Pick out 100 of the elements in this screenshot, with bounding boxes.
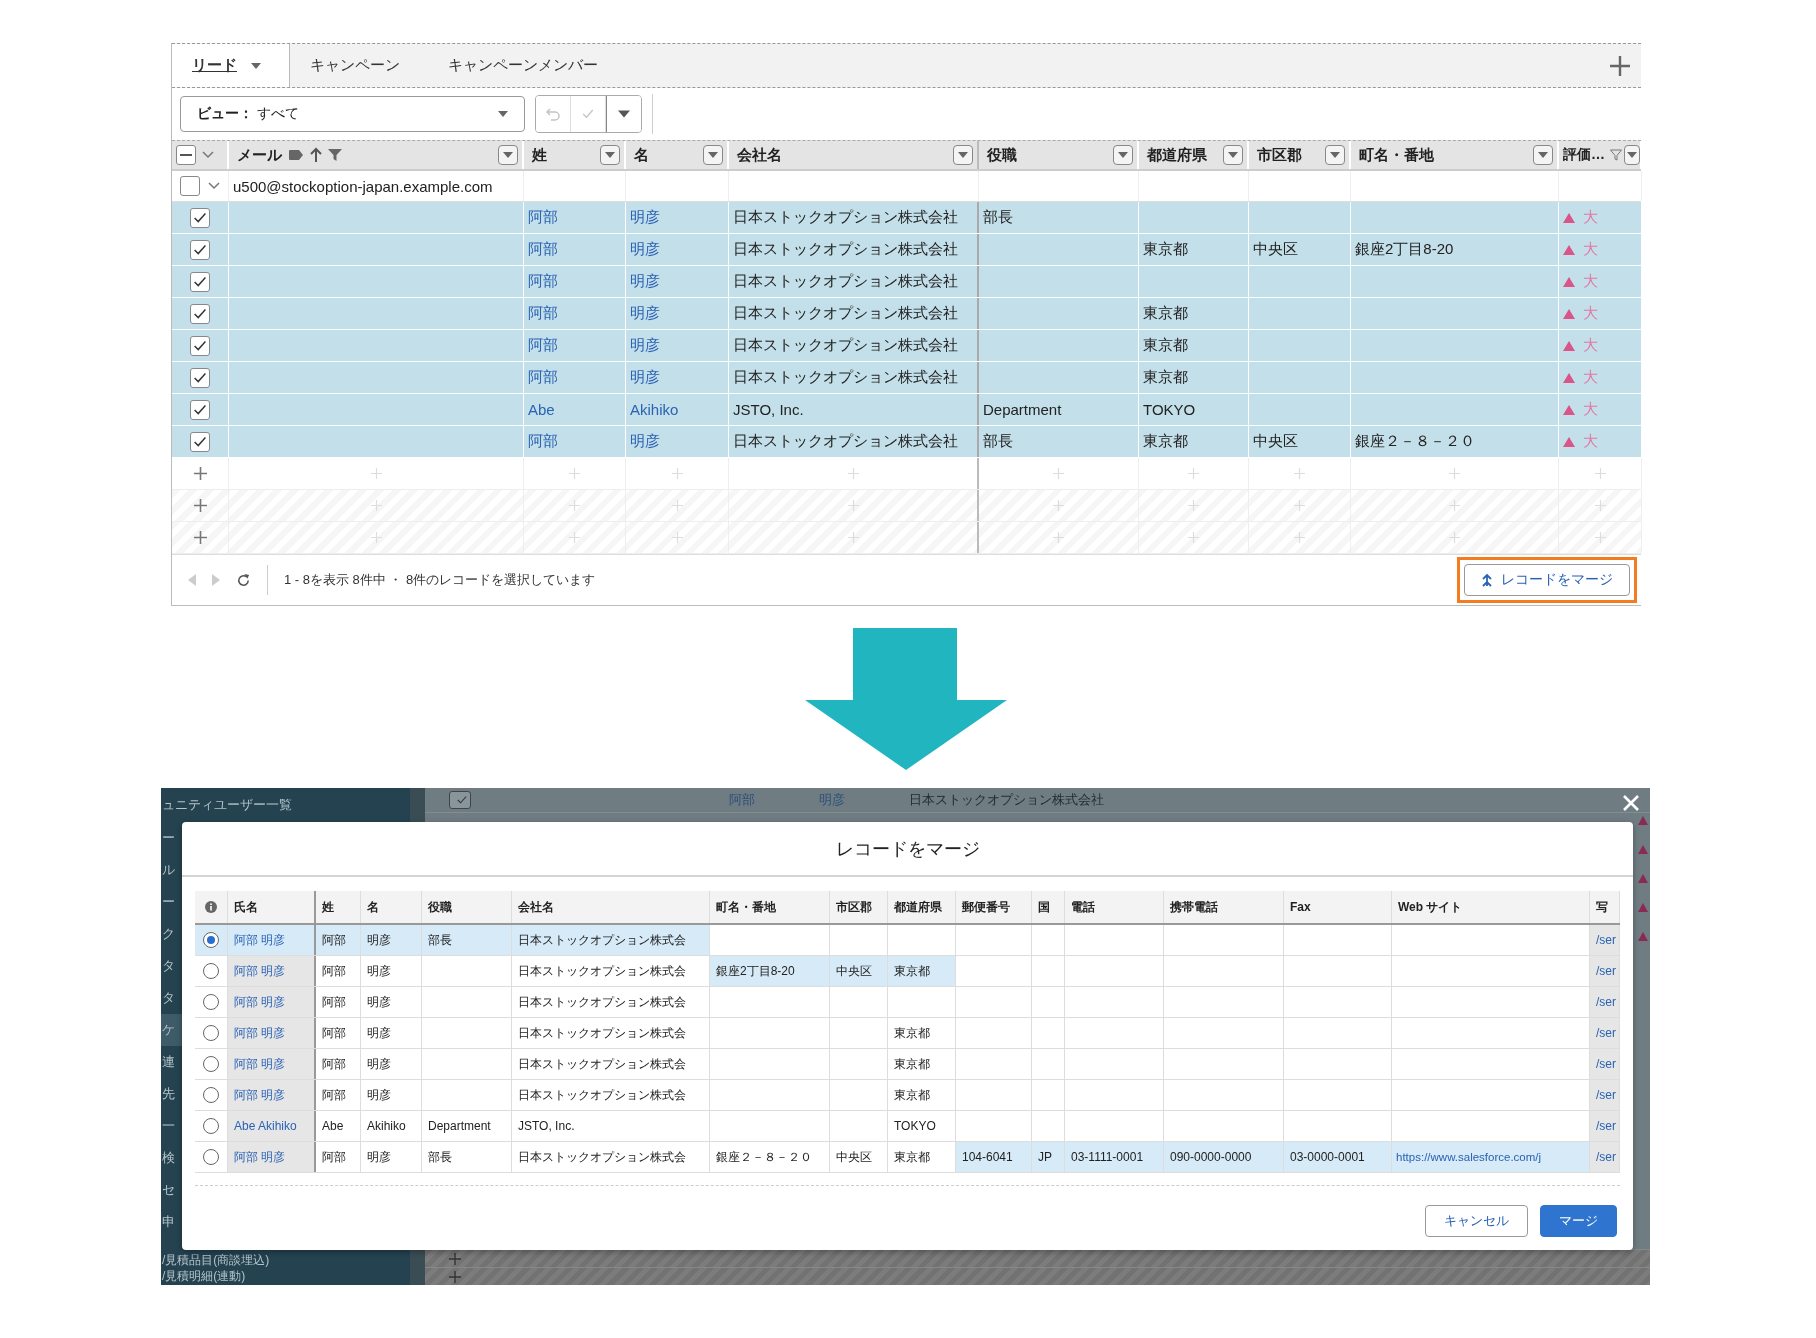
name-link[interactable]: Abe xyxy=(528,401,555,418)
cell-text: 東京都 xyxy=(1143,368,1188,387)
name-link[interactable]: 阿部 xyxy=(528,240,558,259)
column-label: 姓 xyxy=(532,145,547,165)
name-link[interactable]: 明彦 xyxy=(630,432,660,451)
link[interactable]: /ser xyxy=(1596,1088,1616,1102)
cell-text: 東京都 xyxy=(1143,336,1188,355)
name-link[interactable]: 阿部 xyxy=(528,208,558,227)
table-row[interactable]: 阿部 明彦 日本ストックオプション株式会社 東京都 大 xyxy=(172,362,1641,394)
link[interactable]: 阿部 明彦 xyxy=(234,993,286,1011)
column-header: 郵便番号 xyxy=(956,891,1032,923)
cell-text: 東京都 xyxy=(1143,432,1188,451)
name-link[interactable]: 明彦 xyxy=(630,368,660,387)
link[interactable]: 阿部 明彦 xyxy=(234,962,286,980)
column-header: 電話 xyxy=(1065,891,1164,923)
column-label: 役職 xyxy=(987,145,1017,165)
column-header: 市区郡 xyxy=(830,891,888,923)
name-link[interactable]: 明彦 xyxy=(630,240,660,259)
column-header: 会社名 xyxy=(512,891,710,923)
table-cell: 03-0000-0001 xyxy=(1284,1142,1392,1172)
name-link[interactable]: Akihiko xyxy=(630,401,679,418)
name-link[interactable]: 阿部 xyxy=(528,272,558,291)
merge-button[interactable]: マージ xyxy=(1540,1205,1617,1237)
group-label: u500@stockoption-japan.example.com xyxy=(233,177,493,195)
link[interactable]: /ser xyxy=(1596,964,1616,978)
link[interactable]: 阿部 明彦 xyxy=(234,1055,286,1073)
cell-text: 日本ストックオプション株式会社 xyxy=(733,368,958,387)
link[interactable]: /ser xyxy=(1596,1150,1616,1164)
column-header: 都道府県 xyxy=(888,891,956,923)
name-link[interactable]: 明彦 xyxy=(630,336,660,355)
table-row[interactable]: Abe Akihiko JSTO, Inc. Department TOKYO 大 xyxy=(172,394,1641,426)
sidebar-item[interactable]: /見積品目(商談埋込) xyxy=(161,1252,410,1268)
name-link[interactable]: 明彦 xyxy=(630,208,660,227)
table-cell: 日本ストックオプション株式会 xyxy=(512,925,710,955)
table-row[interactable]: 阿部 明彦 日本ストックオプション株式会社 東京都 大 xyxy=(172,330,1641,362)
cell-text: 中央区 xyxy=(1253,240,1298,259)
column-label: 名 xyxy=(634,145,649,165)
table-cell: 104-6041 xyxy=(956,1142,1032,1172)
column-label: メール xyxy=(237,145,282,165)
column-header: Web サイト xyxy=(1392,891,1590,923)
link[interactable]: /ser xyxy=(1596,1057,1616,1071)
column-label: 市区郡 xyxy=(1257,145,1302,165)
table-row[interactable]: 阿部 明彦 日本ストックオプション株式会社 東京都 大 xyxy=(172,298,1641,330)
column-header: 国 xyxy=(1032,891,1065,923)
table-cell: 中央区 xyxy=(830,956,888,986)
column-header: 携帯電話 xyxy=(1164,891,1284,923)
name-link[interactable]: 阿部 xyxy=(528,368,558,387)
cell-text: 日本ストックオプション株式会社 xyxy=(733,304,958,323)
tab[interactable]: キャンペーン xyxy=(290,44,428,87)
column-header: 名 xyxy=(361,891,422,923)
table-cell: 部長 xyxy=(422,925,512,955)
cell-text: 日本ストックオプション株式会社 xyxy=(733,240,958,259)
link[interactable]: /ser xyxy=(1596,1119,1616,1133)
cell-text: 東京都 xyxy=(1143,304,1188,323)
name-link[interactable]: 阿部 xyxy=(528,432,558,451)
link[interactable]: /ser xyxy=(1596,995,1616,1009)
column-header: 写 xyxy=(1590,891,1620,923)
rating-label: 大 xyxy=(1583,432,1598,451)
table-row[interactable]: 阿部 明彦 日本ストックオプション株式会社 東京都 中央区 銀座2丁目8-20 大 xyxy=(172,234,1641,266)
name-link[interactable]: 阿部 xyxy=(528,336,558,355)
cancel-button[interactable]: キャンセル xyxy=(1425,1205,1528,1237)
name-link[interactable]: 阿部 xyxy=(528,304,558,323)
name-link[interactable]: 明彦 xyxy=(630,304,660,323)
column-label: 町名・番地 xyxy=(1359,145,1434,165)
link[interactable]: Abe Akihiko xyxy=(234,1119,297,1133)
link[interactable]: 阿部 明彦 xyxy=(234,1148,286,1166)
rating-label: 大 xyxy=(1583,336,1598,355)
tab[interactable]: キャンペーンメンバー xyxy=(428,44,626,87)
link[interactable]: 阿部 明彦 xyxy=(234,1086,286,1104)
link[interactable]: https://www.salesforce.com/j xyxy=(1396,1151,1542,1163)
link[interactable]: 阿部 明彦 xyxy=(234,931,286,949)
cell-text: Department xyxy=(983,401,1062,418)
cell-text: 中央区 xyxy=(1253,432,1298,451)
view-select[interactable]: ビュー： すべて xyxy=(180,96,525,132)
cell-text: 東京都 xyxy=(1143,240,1188,259)
cell-text: 銀座2丁目8-20 xyxy=(1355,240,1454,259)
sidebar-item[interactable]: /見積明細(連動) xyxy=(161,1268,410,1284)
rating-label: 大 xyxy=(1583,240,1598,259)
table-row[interactable]: 阿部 明彦 日本ストックオプション株式会社 部長 大 xyxy=(172,202,1641,234)
column-header: 姓 xyxy=(316,891,361,923)
column-label: 都道府県 xyxy=(1147,145,1207,165)
link[interactable]: /ser xyxy=(1596,1026,1616,1040)
table-row[interactable]: 阿部 明彦 日本ストックオプション株式会社 部長 東京都 中央区 銀座２－８－２０ 大 xyxy=(172,426,1641,458)
table-cell: 銀座2丁目8-20 xyxy=(710,956,830,986)
cell-text: 銀座２－８－２０ xyxy=(1355,432,1475,451)
name-link[interactable]: 明彦 xyxy=(630,272,660,291)
cell-text: 部長 xyxy=(983,432,1013,451)
table-row[interactable]: 阿部 明彦 日本ストックオプション株式会社 大 xyxy=(172,266,1641,298)
column-label: 会社名 xyxy=(737,145,782,165)
merge-button[interactable]: レコードをマージ xyxy=(1464,564,1630,596)
cell-text: 日本ストックオプション株式会社 xyxy=(733,208,958,227)
cell-text: 部長 xyxy=(983,208,1013,227)
column-label: 評価… xyxy=(1563,146,1605,164)
sidebar-item[interactable]: ュニティユーザー一覧 xyxy=(161,788,410,822)
table-cell: 03-1111-0001 xyxy=(1065,1142,1164,1172)
link[interactable]: /ser xyxy=(1596,933,1616,947)
tab[interactable]: リード xyxy=(172,44,290,87)
link[interactable]: 阿部 明彦 xyxy=(234,1024,286,1042)
table-cell: 阿部 xyxy=(316,925,361,955)
cell-text: 日本ストックオプション株式会社 xyxy=(908,791,1105,809)
